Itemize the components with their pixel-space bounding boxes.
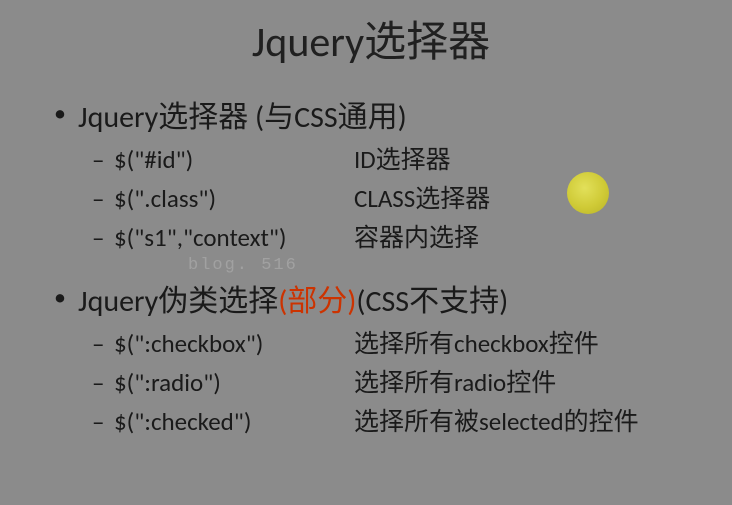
- code-text: $(":checkbox"): [114, 325, 354, 364]
- heading-post: (CSS不支持): [356, 283, 508, 320]
- sub-list: $(":checkbox") 选择所有checkbox控件 $(":radio"…: [78, 325, 692, 441]
- bullet-list: Jquery选择器 (与CSS通用) $("#id") ID选择器 $(".cl…: [50, 97, 692, 442]
- slide-title: Jquery选择器: [50, 8, 692, 69]
- desc-text: 选择所有checkbox控件: [354, 325, 692, 364]
- code-text: $(":checked"): [114, 403, 354, 442]
- sub-item: $("s1","context") 容器内选择: [92, 219, 692, 258]
- slide: Jquery选择器 Jquery选择器 (与CSS通用) $("#id") ID…: [0, 0, 732, 486]
- bullet-heading: Jquery伪类选择(部分)(CSS不支持): [78, 281, 692, 323]
- desc-text: 容器内选择: [354, 219, 692, 258]
- cursor-dot-icon: [567, 172, 609, 214]
- bullet-heading: Jquery选择器 (与CSS通用): [78, 97, 692, 139]
- heading-pre: Jquery伪类选择: [78, 283, 278, 320]
- heading-red: (部分): [278, 283, 356, 320]
- sub-item: $(":radio") 选择所有radio控件: [92, 364, 692, 403]
- desc-text: ID选择器: [354, 141, 692, 180]
- code-text: $(".class"): [114, 180, 354, 219]
- code-text: $("#id"): [114, 141, 354, 180]
- code-text: $("s1","context"): [114, 219, 354, 258]
- bullet-item-pseudo: Jquery伪类选择(部分)(CSS不支持) $(":checkbox") 选择…: [50, 281, 692, 441]
- sub-item: $("#id") ID选择器: [92, 141, 692, 180]
- code-text: $(":radio"): [114, 364, 354, 403]
- desc-text: 选择所有radio控件: [354, 364, 692, 403]
- sub-item: $(":checkbox") 选择所有checkbox控件: [92, 325, 692, 364]
- desc-text: CLASS选择器: [354, 180, 692, 219]
- sub-item: $(":checked") 选择所有被selected的控件: [92, 403, 692, 442]
- desc-text: 选择所有被selected的控件: [354, 403, 692, 442]
